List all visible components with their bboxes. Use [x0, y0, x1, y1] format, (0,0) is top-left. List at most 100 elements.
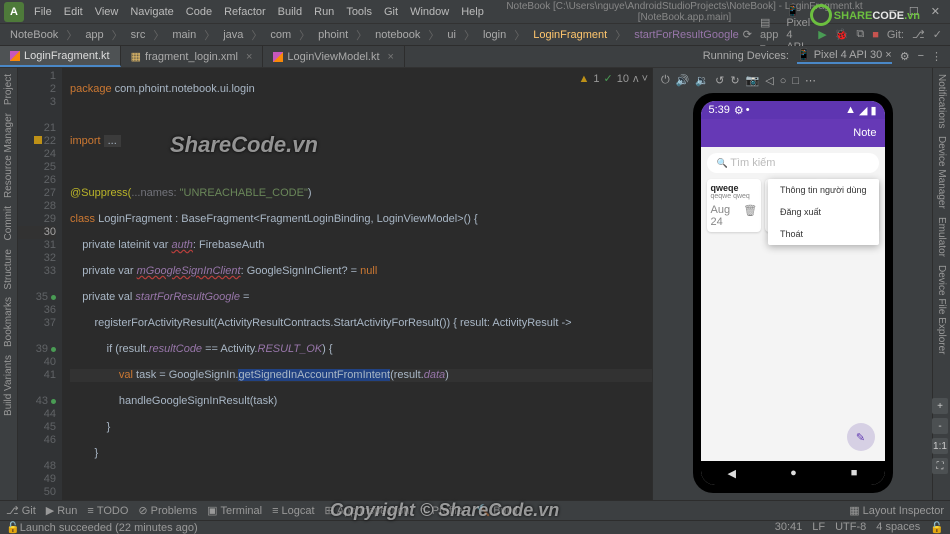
tab-loginviewmodel[interactable]: LoginViewModel.kt× [263, 46, 405, 67]
screenshot-icon[interactable]: 📷 [746, 74, 760, 87]
volume-up-icon[interactable]: 🔊 [676, 74, 690, 87]
menu-edit[interactable]: Edit [58, 6, 89, 18]
line-separator[interactable]: LF [812, 521, 825, 534]
readonly-icon[interactable]: 🔓 [930, 521, 944, 534]
menu-item-userinfo[interactable]: Thông tin người dùng [768, 179, 878, 201]
code-area[interactable]: package com.phoint.notebook.ui.login imp… [62, 68, 652, 500]
tool-problems[interactable]: ⊘ Problems [138, 504, 197, 517]
settings-notification-icon: ⚙ [734, 104, 744, 117]
tool-terminal[interactable]: ▣ Terminal [207, 504, 262, 517]
tab-fragment-login-xml[interactable]: ▦fragment_login.xml× [121, 46, 264, 67]
tool-run[interactable]: ▶ Run [46, 504, 78, 517]
note-card[interactable]: qweqeqeqwe qweqAug 24🗑 [707, 179, 762, 232]
stop-button[interactable]: ■ [872, 29, 879, 41]
debug-button[interactable]: 🐞 [835, 28, 849, 41]
file-encoding[interactable]: UTF-8 [835, 521, 866, 534]
more-icon[interactable]: ⋯ [805, 74, 816, 87]
gutter[interactable]: 123 21222425 26272829 30313233 353637 39… [18, 68, 62, 500]
volume-down-icon[interactable]: 🔉 [695, 74, 709, 87]
crumb[interactable]: notebook [371, 29, 424, 41]
rail-emulator[interactable]: Emulator [936, 217, 947, 257]
rail-notifications[interactable]: Notifications [936, 74, 947, 128]
menu-bar: File Edit View Navigate Code Refactor Bu… [28, 6, 490, 18]
trash-icon[interactable]: 🗑 [743, 204, 757, 228]
zoom-in-button[interactable]: + [932, 398, 948, 414]
rail-commit[interactable]: Commit [3, 206, 14, 240]
rotate-right-icon[interactable]: ↻ [730, 74, 739, 87]
rotate-left-icon[interactable]: ↺ [715, 74, 724, 87]
profile-icon[interactable]: ⧉ [856, 28, 864, 41]
crumb[interactable]: src [127, 29, 150, 41]
git-branch-icon[interactable]: ⎇ [912, 28, 925, 41]
menu-file[interactable]: File [28, 6, 58, 18]
run-button[interactable]: ▶ [818, 28, 826, 41]
phone-screen[interactable]: 5:39 ⚙ • ▲◢▮ Note Thông tin người dùng Đ… [701, 101, 885, 485]
search-field[interactable]: 🔍 Tìm kiếm [707, 153, 879, 173]
crumb[interactable]: java [219, 29, 247, 41]
fab-add-note[interactable]: ✎ [847, 423, 875, 451]
tool-profiler[interactable]: ∿ Profiler [420, 504, 467, 517]
crumb[interactable]: app [81, 29, 107, 41]
menu-refactor[interactable]: Refactor [218, 6, 272, 18]
crumb[interactable]: main [168, 29, 200, 41]
inspections-widget[interactable]: ▲1 ✓10 ʌ ˅ [579, 72, 648, 85]
back-icon[interactable]: ◁ [765, 74, 773, 87]
overview-icon[interactable]: □ [792, 75, 799, 87]
git-label: Git: [887, 29, 904, 41]
indent-info[interactable]: 4 spaces [876, 521, 920, 534]
zoom-reset-button[interactable]: 1:1 [932, 438, 948, 454]
crumb[interactable]: NoteBook [6, 29, 62, 41]
rail-project[interactable]: Project [3, 74, 14, 105]
status-message: Launch succeeded (22 minutes ago) [20, 522, 198, 534]
crumb[interactable]: phoint [314, 29, 352, 41]
menu-code[interactable]: Code [180, 6, 218, 18]
menu-build[interactable]: Build [272, 6, 308, 18]
sync-icon[interactable]: ⟳ [743, 28, 752, 41]
tool-todo[interactable]: ≡ TODO [87, 505, 128, 517]
menu-item-exit[interactable]: Thoát [768, 223, 878, 245]
tool-build[interactable]: 🔨 Build [477, 504, 518, 517]
code-editor[interactable]: ▲1 ✓10 ʌ ˅ 123 21222425 26272829 3031323… [18, 68, 652, 500]
lock-icon[interactable]: 🔓 [6, 521, 20, 534]
crumb[interactable]: login [479, 29, 510, 41]
rail-bookmarks[interactable]: Bookmarks [3, 297, 14, 347]
rail-resource-manager[interactable]: Resource Manager [3, 113, 14, 198]
tool-git[interactable]: ⎇ Git [6, 504, 36, 517]
menu-tools[interactable]: Tools [340, 6, 378, 18]
rail-device-manager[interactable]: Device Manager [936, 136, 947, 209]
tab-close-icon[interactable]: × [246, 51, 252, 63]
rail-device-file-explorer[interactable]: Device File Explorer [936, 265, 947, 354]
zoom-fit-button[interactable]: ⛶ [932, 458, 948, 474]
menu-run[interactable]: Run [308, 6, 340, 18]
gear-icon[interactable]: ⚙ [900, 50, 910, 63]
menu-item-logout[interactable]: Đăng xuất [768, 201, 878, 223]
minimize-panel-icon[interactable]: − [918, 50, 924, 62]
menu-window[interactable]: Window [404, 6, 455, 18]
running-device-tab[interactable]: 📱 Pixel 4 API 30 × [797, 48, 892, 64]
rail-structure[interactable]: Structure [3, 249, 14, 290]
main-area: Project Resource Manager Commit Structur… [0, 68, 950, 500]
caret-position[interactable]: 30:41 [775, 521, 803, 534]
crumb-class[interactable]: LoginFragment [529, 29, 611, 41]
menu-help[interactable]: Help [455, 6, 490, 18]
tool-logcat[interactable]: ≡ Logcat [272, 505, 314, 517]
menu-git[interactable]: Git [378, 6, 404, 18]
menu-navigate[interactable]: Navigate [124, 6, 179, 18]
tool-app-inspection[interactable]: ⊞ App Inspection [325, 504, 410, 517]
tab-loginfragment[interactable]: LoginFragment.kt [0, 46, 121, 67]
menu-view[interactable]: View [89, 6, 125, 18]
nav-home-icon[interactable]: ● [790, 467, 797, 479]
home-icon[interactable]: ○ [780, 75, 787, 87]
zoom-out-button[interactable]: - [932, 418, 948, 434]
nav-overview-icon[interactable]: ■ [851, 467, 858, 479]
git-update-icon[interactable]: ✓ [933, 28, 942, 41]
crumb-member[interactable]: startForResultGoogle [630, 29, 743, 41]
kotlin-icon [273, 52, 283, 62]
crumb[interactable]: ui [443, 29, 460, 41]
power-icon[interactable]: ⏻ [661, 74, 670, 87]
tab-close-icon[interactable]: × [388, 51, 394, 63]
nav-back-icon[interactable]: ◀ [728, 467, 736, 480]
tool-layout-inspector[interactable]: ▦ Layout Inspector [849, 504, 944, 517]
crumb[interactable]: com [266, 29, 295, 41]
rail-build-variants[interactable]: Build Variants [3, 355, 14, 416]
